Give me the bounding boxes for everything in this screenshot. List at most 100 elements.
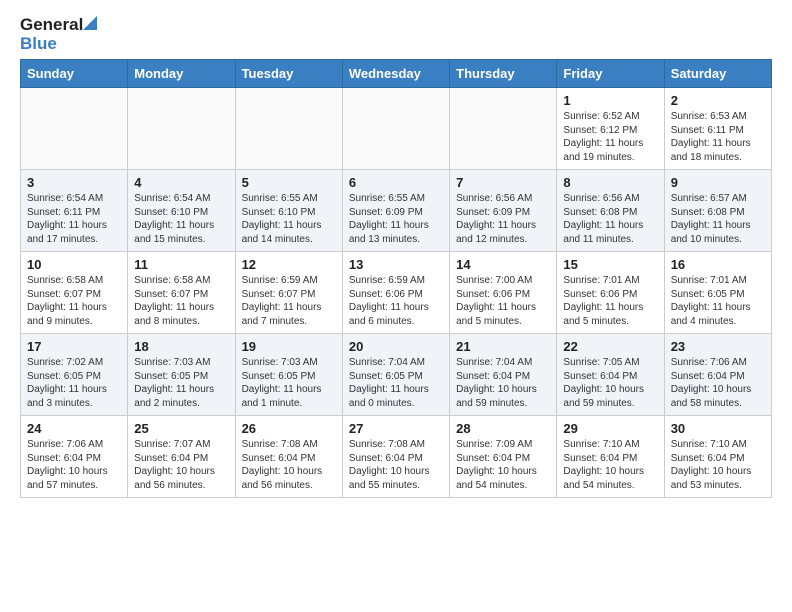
day-info: Sunrise: 7:00 AM Sunset: 6:06 PM Dayligh… bbox=[456, 274, 550, 328]
calendar-cell: 13Sunrise: 6:59 AM Sunset: 6:06 PM Dayli… bbox=[342, 252, 449, 334]
day-info: Sunrise: 6:54 AM Sunset: 6:11 PM Dayligh… bbox=[27, 192, 121, 246]
logo-general: General bbox=[20, 16, 97, 35]
day-info: Sunrise: 7:01 AM Sunset: 6:05 PM Dayligh… bbox=[671, 274, 765, 328]
day-info: Sunrise: 7:04 AM Sunset: 6:05 PM Dayligh… bbox=[349, 356, 443, 410]
calendar-cell: 24 Sunrise: 7:06 AM Sunset: 6:04 PM Dayli… bbox=[21, 416, 128, 498]
day-number: 1 bbox=[563, 93, 657, 108]
day-number: 13 bbox=[349, 257, 443, 272]
calendar-table: SundayMondayTuesdayWednesdayThursdayFrid… bbox=[20, 59, 772, 498]
calendar-cell: 25 Sunrise: 7:07 AM Sunset: 6:04 PM Dayli… bbox=[128, 416, 235, 498]
day-number: 24 bbox=[27, 421, 121, 436]
day-info: Sunrise: 6:55 AM Sunset: 6:09 PM Dayligh… bbox=[349, 192, 443, 246]
day-number: 26 bbox=[242, 421, 336, 436]
day-info: Sunrise: 7:01 AM Sunset: 6:06 PM Dayligh… bbox=[563, 274, 657, 328]
calendar-cell: 23 Sunrise: 7:06 AM Sunset: 6:04 PM Dayli… bbox=[664, 334, 771, 416]
day-number: 29 bbox=[563, 421, 657, 436]
weekday-header-saturday: Saturday bbox=[664, 60, 771, 88]
calendar-cell: 7 Sunrise: 6:56 AM Sunset: 6:09 PM Daylig… bbox=[450, 170, 557, 252]
day-number: 28 bbox=[456, 421, 550, 436]
calendar-week-row: 10 Sunrise: 6:58 AM Sunset: 6:07 PM Dayli… bbox=[21, 252, 772, 334]
weekday-header-sunday: Sunday bbox=[21, 60, 128, 88]
calendar-cell: 27 Sunrise: 7:08 AM Sunset: 6:04 PM Dayli… bbox=[342, 416, 449, 498]
calendar-week-row: 3 Sunrise: 6:54 AM Sunset: 6:11 PM Daylig… bbox=[21, 170, 772, 252]
day-number: 10 bbox=[27, 257, 121, 272]
calendar-cell: 20Sunrise: 7:04 AM Sunset: 6:05 PM Dayli… bbox=[342, 334, 449, 416]
calendar-cell bbox=[342, 88, 449, 170]
day-number: 22 bbox=[563, 339, 657, 354]
logo-blue: Blue bbox=[20, 35, 97, 54]
weekday-header-thursday: Thursday bbox=[450, 60, 557, 88]
calendar-cell: 16 Sunrise: 7:01 AM Sunset: 6:05 PM Dayli… bbox=[664, 252, 771, 334]
day-number: 4 bbox=[134, 175, 228, 190]
day-info: Sunrise: 7:06 AM Sunset: 6:04 PM Dayligh… bbox=[671, 356, 765, 410]
day-info: Sunrise: 6:59 AM Sunset: 6:07 PM Dayligh… bbox=[242, 274, 336, 328]
day-number: 7 bbox=[456, 175, 550, 190]
day-info: Sunrise: 6:55 AM Sunset: 6:10 PM Dayligh… bbox=[242, 192, 336, 246]
day-number: 3 bbox=[27, 175, 121, 190]
day-number: 30 bbox=[671, 421, 765, 436]
calendar-cell: 4 Sunrise: 6:54 AM Sunset: 6:10 PM Daylig… bbox=[128, 170, 235, 252]
calendar-cell: 12 Sunrise: 6:59 AM Sunset: 6:07 PM Dayli… bbox=[235, 252, 342, 334]
calendar-cell: 2Sunrise: 6:53 AM Sunset: 6:11 PM Daylig… bbox=[664, 88, 771, 170]
day-number: 12 bbox=[242, 257, 336, 272]
calendar-cell: 18Sunrise: 7:03 AM Sunset: 6:05 PM Dayli… bbox=[128, 334, 235, 416]
day-number: 6 bbox=[349, 175, 443, 190]
day-number: 18 bbox=[134, 339, 228, 354]
calendar-cell: 3 Sunrise: 6:54 AM Sunset: 6:11 PM Daylig… bbox=[21, 170, 128, 252]
day-info: Sunrise: 7:04 AM Sunset: 6:04 PM Dayligh… bbox=[456, 356, 550, 410]
day-number: 16 bbox=[671, 257, 765, 272]
calendar-cell: 10 Sunrise: 6:58 AM Sunset: 6:07 PM Dayli… bbox=[21, 252, 128, 334]
day-info: Sunrise: 7:09 AM Sunset: 6:04 PM Dayligh… bbox=[456, 438, 550, 492]
calendar-cell: 14 Sunrise: 7:00 AM Sunset: 6:06 PM Dayli… bbox=[450, 252, 557, 334]
page: GeneralBlue SundayMondayTuesdayWednesday… bbox=[0, 0, 792, 514]
day-info: Sunrise: 6:52 AM Sunset: 6:12 PM Dayligh… bbox=[563, 110, 657, 164]
day-info: Sunrise: 7:10 AM Sunset: 6:04 PM Dayligh… bbox=[563, 438, 657, 492]
calendar-cell: 28 Sunrise: 7:09 AM Sunset: 6:04 PM Dayli… bbox=[450, 416, 557, 498]
day-number: 15 bbox=[563, 257, 657, 272]
day-number: 14 bbox=[456, 257, 550, 272]
day-number: 23 bbox=[671, 339, 765, 354]
calendar-cell: 19 Sunrise: 7:03 AM Sunset: 6:05 PM Dayli… bbox=[235, 334, 342, 416]
day-info: Sunrise: 7:08 AM Sunset: 6:04 PM Dayligh… bbox=[242, 438, 336, 492]
calendar-cell: 22 Sunrise: 7:05 AM Sunset: 6:04 PM Dayli… bbox=[557, 334, 664, 416]
calendar-cell: 6 Sunrise: 6:55 AM Sunset: 6:09 PM Daylig… bbox=[342, 170, 449, 252]
calendar-cell: 30 Sunrise: 7:10 AM Sunset: 6:04 PM Dayli… bbox=[664, 416, 771, 498]
calendar-cell: 17 Sunrise: 7:02 AM Sunset: 6:05 PM Dayli… bbox=[21, 334, 128, 416]
day-info: Sunrise: 6:58 AM Sunset: 6:07 PM Dayligh… bbox=[134, 274, 228, 328]
day-number: 27 bbox=[349, 421, 443, 436]
day-number: 5 bbox=[242, 175, 336, 190]
day-info: Sunrise: 6:58 AM Sunset: 6:07 PM Dayligh… bbox=[27, 274, 121, 328]
calendar-cell: 9Sunrise: 6:57 AM Sunset: 6:08 PM Daylig… bbox=[664, 170, 771, 252]
calendar-week-row: 1 Sunrise: 6:52 AM Sunset: 6:12 PM Daylig… bbox=[21, 88, 772, 170]
calendar-cell bbox=[21, 88, 128, 170]
day-info: Sunrise: 7:07 AM Sunset: 6:04 PM Dayligh… bbox=[134, 438, 228, 492]
day-number: 8 bbox=[563, 175, 657, 190]
calendar-cell bbox=[450, 88, 557, 170]
calendar-cell: 15 Sunrise: 7:01 AM Sunset: 6:06 PM Dayli… bbox=[557, 252, 664, 334]
calendar-cell: 1 Sunrise: 6:52 AM Sunset: 6:12 PM Daylig… bbox=[557, 88, 664, 170]
logo-text: GeneralBlue bbox=[20, 16, 97, 53]
day-number: 11 bbox=[134, 257, 228, 272]
calendar-cell: 21 Sunrise: 7:04 AM Sunset: 6:04 PM Dayli… bbox=[450, 334, 557, 416]
day-info: Sunrise: 6:54 AM Sunset: 6:10 PM Dayligh… bbox=[134, 192, 228, 246]
day-number: 19 bbox=[242, 339, 336, 354]
calendar-cell: 11 Sunrise: 6:58 AM Sunset: 6:07 PM Dayli… bbox=[128, 252, 235, 334]
day-info: Sunrise: 7:05 AM Sunset: 6:04 PM Dayligh… bbox=[563, 356, 657, 410]
weekday-header-tuesday: Tuesday bbox=[235, 60, 342, 88]
day-info: Sunrise: 7:03 AM Sunset: 6:05 PM Dayligh… bbox=[242, 356, 336, 410]
calendar-cell bbox=[128, 88, 235, 170]
day-number: 21 bbox=[456, 339, 550, 354]
day-number: 2 bbox=[671, 93, 765, 108]
calendar-cell: 26 Sunrise: 7:08 AM Sunset: 6:04 PM Dayli… bbox=[235, 416, 342, 498]
calendar-cell: 5 Sunrise: 6:55 AM Sunset: 6:10 PM Daylig… bbox=[235, 170, 342, 252]
day-info: Sunrise: 7:06 AM Sunset: 6:04 PM Dayligh… bbox=[27, 438, 121, 492]
day-info: Sunrise: 7:08 AM Sunset: 6:04 PM Dayligh… bbox=[349, 438, 443, 492]
day-number: 25 bbox=[134, 421, 228, 436]
calendar-week-row: 17 Sunrise: 7:02 AM Sunset: 6:05 PM Dayli… bbox=[21, 334, 772, 416]
day-info: Sunrise: 6:56 AM Sunset: 6:09 PM Dayligh… bbox=[456, 192, 550, 246]
day-info: Sunrise: 7:02 AM Sunset: 6:05 PM Dayligh… bbox=[27, 356, 121, 410]
header: GeneralBlue bbox=[20, 16, 772, 53]
calendar-week-row: 24 Sunrise: 7:06 AM Sunset: 6:04 PM Dayli… bbox=[21, 416, 772, 498]
day-info: Sunrise: 7:10 AM Sunset: 6:04 PM Dayligh… bbox=[671, 438, 765, 492]
day-number: 17 bbox=[27, 339, 121, 354]
